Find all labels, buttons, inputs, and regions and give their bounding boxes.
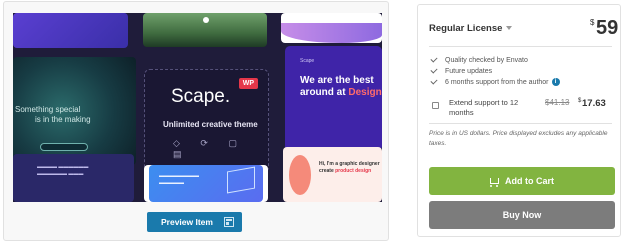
- blue-card-text: ▬▬▬▬▬▬▬▬ ▬▬▬▬▬: [159, 173, 199, 186]
- ocean-headline-1: Something special: [15, 105, 81, 114]
- buy-now-button[interactable]: Buy Now: [429, 201, 615, 229]
- pink-accent: product design: [335, 168, 372, 174]
- feature-label: 6 months support from the author: [445, 78, 549, 86]
- preview-tile-purple: [13, 13, 128, 48]
- best-accent: Design: [348, 87, 382, 98]
- extend-support-checkbox[interactable]: [432, 102, 439, 109]
- check-icon: [430, 66, 438, 74]
- feature-item: 6 months support from the author i: [430, 77, 560, 87]
- wave-band: [281, 23, 382, 43]
- buy-now-label: Buy Now: [502, 210, 542, 220]
- price-note: Price is in US dollars. Price displayed …: [429, 130, 608, 147]
- feature-label: Quality checked by Envato: [445, 56, 528, 64]
- check-icon: [430, 55, 438, 63]
- extend-new-currency: $: [578, 98, 582, 104]
- license-selector[interactable]: Regular License: [429, 23, 513, 34]
- price-currency: $: [590, 18, 595, 27]
- preview-tile-dark: ▬▬▬▬ ▬▬▬▬▬▬ ▬▬▬▬▬▬ ▬▬▬: [13, 154, 134, 202]
- dark-tile-text: ▬▬▬▬ ▬▬▬▬▬▬ ▬▬▬▬▬▬ ▬▬▬: [37, 164, 89, 177]
- extend-support-label[interactable]: Extend support to 12 months: [449, 98, 539, 118]
- purchase-panel: Regular License $ 59 Quality checked by …: [417, 4, 621, 237]
- feature-item: Quality checked by Envato: [430, 55, 528, 65]
- feature-label: Future updates: [445, 67, 493, 75]
- ocean-headline-2: is in the making: [35, 115, 91, 124]
- feature-item: Future updates: [430, 66, 493, 76]
- add-to-cart-label: Add to Cart: [505, 176, 554, 186]
- wp-badge: WP: [238, 78, 258, 89]
- scape-subtitle: Unlimited creative theme: [163, 120, 258, 129]
- preview-layout-icon: [224, 217, 234, 227]
- cart-icon: [490, 178, 499, 187]
- preview-tile-ocean: Something special is in the making: [13, 57, 136, 165]
- item-preview-image[interactable]: Something special is in the making Scape…: [13, 13, 382, 202]
- preview-tile-blue: ▬▬▬▬▬▬▬▬ ▬▬▬▬▬: [144, 165, 268, 202]
- location-dot-icon: [203, 17, 209, 23]
- pink-line-2: create: [319, 168, 334, 174]
- license-name: Regular License: [429, 23, 503, 34]
- extend-new-price: 17.63: [582, 98, 606, 109]
- divider: [429, 123, 612, 124]
- scape-title: Scape.: [171, 86, 231, 107]
- preview-item-label: Preview Item: [161, 217, 213, 227]
- preview-tile-mountain: [143, 13, 267, 47]
- caret-down-icon: [506, 26, 513, 31]
- best-brand: Scape: [300, 58, 315, 64]
- best-line-1: We are the best: [300, 75, 374, 86]
- preview-item-button[interactable]: Preview Item: [147, 212, 242, 232]
- price-amount: 59: [596, 17, 619, 39]
- divider: [429, 46, 612, 47]
- pink-line-1: Hi, I'm a graphic designer: [319, 161, 380, 167]
- ocean-pill: [40, 143, 88, 151]
- preview-tile-scape: Scape. WP Unlimited creative theme ◇ ⟳ ▢…: [144, 69, 269, 173]
- portrait-illustration: [289, 155, 311, 195]
- info-icon[interactable]: i: [551, 78, 560, 86]
- device-illustration-icon: [227, 166, 255, 194]
- best-line-2: around at: [300, 87, 346, 98]
- add-to-cart-button[interactable]: Add to Cart: [429, 167, 615, 195]
- preview-tile-wave: [281, 13, 382, 43]
- preview-tile-pink: Hi, I'm a graphic designer create produc…: [283, 147, 382, 202]
- feature-icons: ◇ ⟳ ▢ ▤: [173, 138, 246, 159]
- preview-tile-best: Scape We are the best around at Design: [285, 46, 382, 151]
- item-preview-panel: Something special is in the making Scape…: [3, 1, 389, 241]
- extend-old-price: $41.13: [545, 98, 570, 107]
- blue-card: ▬▬▬▬▬▬▬▬ ▬▬▬▬▬: [149, 165, 263, 202]
- best-headline: We are the best around at Design: [300, 75, 382, 99]
- pink-headline: Hi, I'm a graphic designer create produc…: [319, 161, 380, 175]
- check-icon: [430, 77, 438, 85]
